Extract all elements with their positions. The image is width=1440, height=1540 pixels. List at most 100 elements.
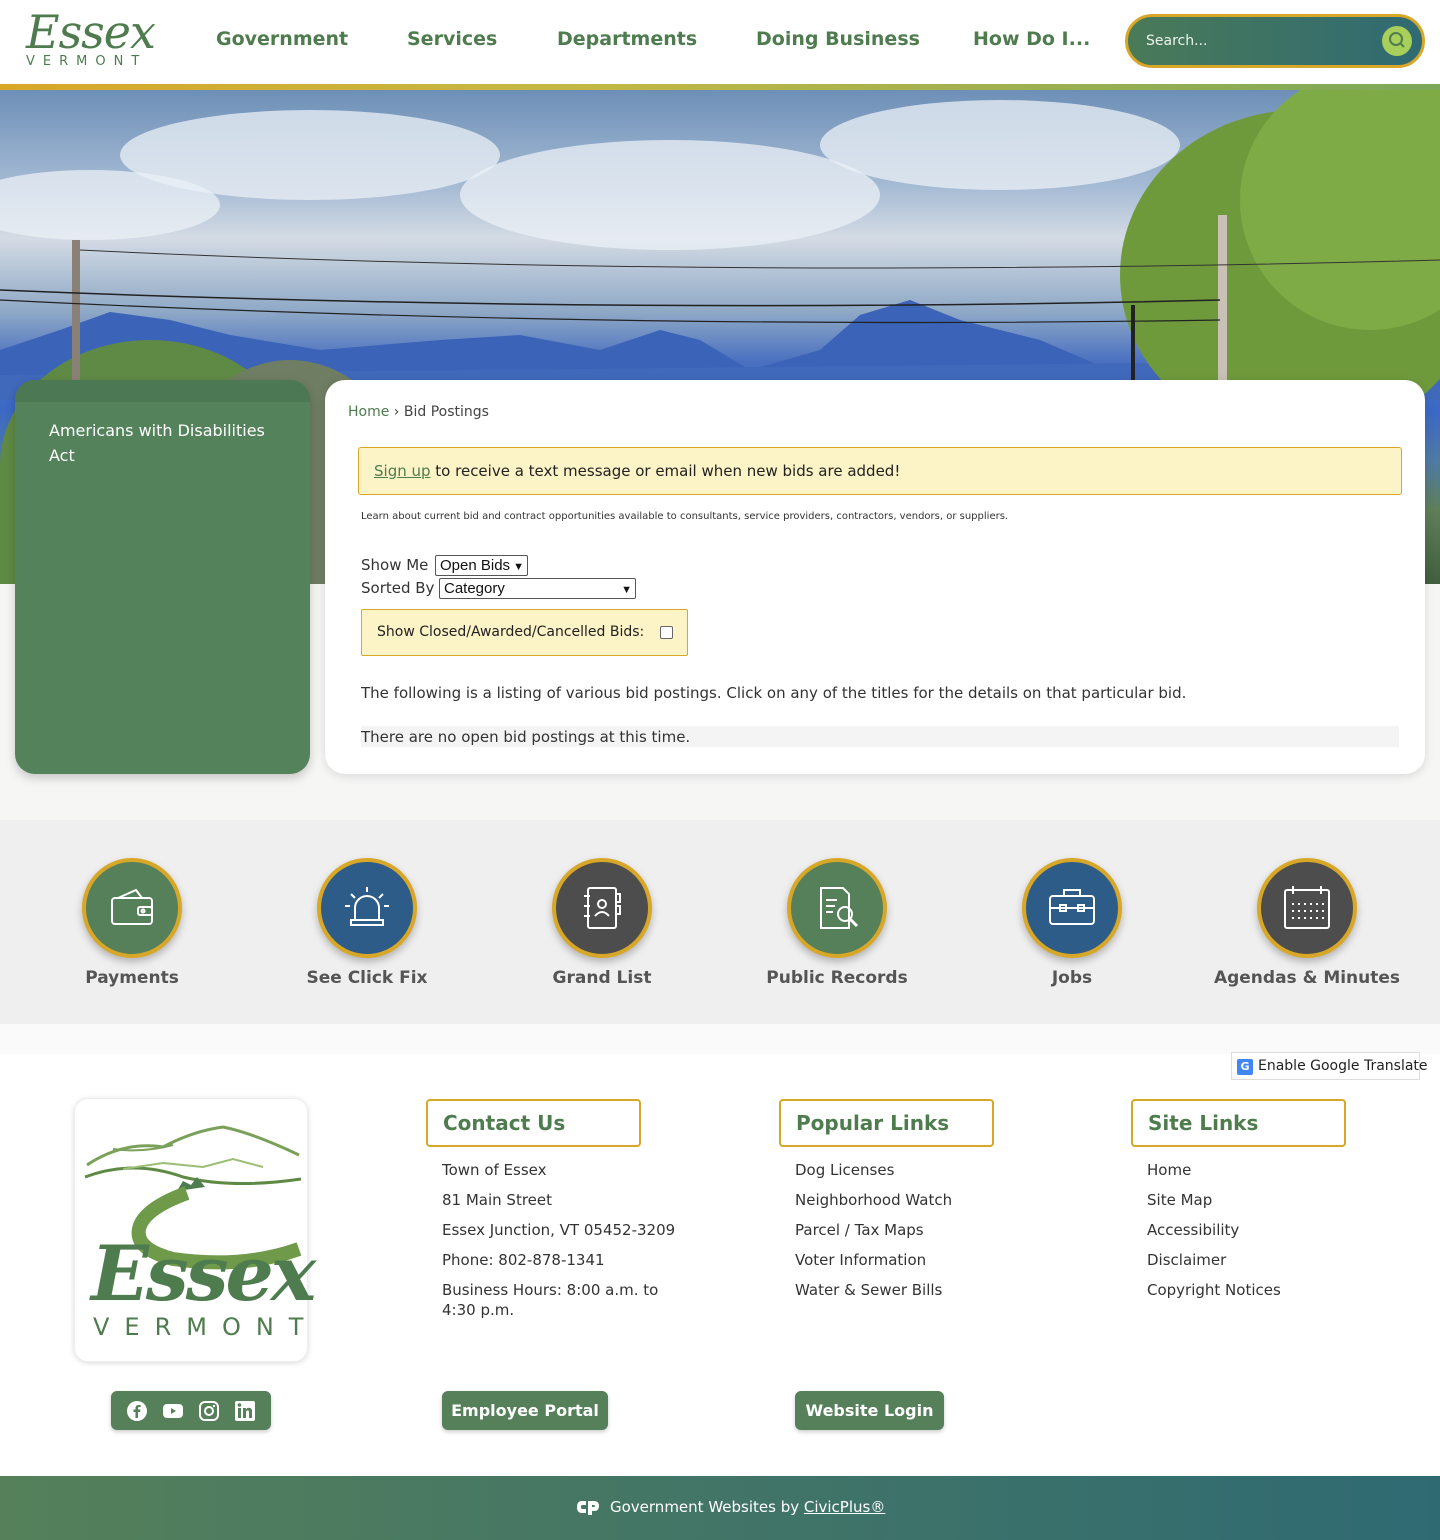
closed-bids-label: Show Closed/Awarded/Cancelled Bids:	[377, 624, 645, 640]
site-links-heading: Site Links	[1131, 1099, 1346, 1147]
show-me-select[interactable]: Open Bids ▼	[435, 555, 528, 576]
site-link-copyright-notices[interactable]: Copyright Notices	[1147, 1280, 1397, 1300]
quick-link-label: Agendas & Minutes	[1213, 968, 1401, 988]
google-translate-button[interactable]: G Enable Google Translate	[1231, 1052, 1428, 1080]
search-input[interactable]	[1146, 29, 1376, 53]
contact-line: Town of Essex	[442, 1161, 547, 1179]
site-link-disclaimer[interactable]: Disclaimer	[1147, 1250, 1397, 1270]
google-icon: G	[1237, 1059, 1253, 1075]
sidebar: Americans with Disabilities Act	[15, 380, 310, 774]
quick-link-circle	[1022, 858, 1122, 958]
contact-info: Town of Essex 81 Main Street Essex Junct…	[442, 1160, 692, 1330]
quick-link-label: Grand List	[552, 968, 652, 988]
sign-up-link[interactable]: Sign up	[374, 462, 431, 480]
website-login-button[interactable]: Website Login	[795, 1391, 944, 1430]
contact-phone: Phone: 802-878-1341	[442, 1251, 605, 1269]
quick-link-label: Payments	[85, 968, 179, 988]
site-header: Essex VERMONT Government Services Depart…	[0, 0, 1440, 84]
contact-us-heading: Contact Us	[426, 1099, 641, 1147]
chevron-down-icon: ▼	[513, 561, 524, 573]
footer-logo-word: Essex	[91, 1229, 316, 1318]
closed-bids-checkbox[interactable]	[660, 626, 673, 639]
search-box	[1125, 14, 1425, 68]
siren-icon	[345, 887, 389, 926]
site-links-title: Site Links	[1148, 1111, 1259, 1135]
sidebar-item-ada[interactable]: Americans with Disabilities Act	[49, 418, 289, 468]
calendar-icon	[1284, 886, 1330, 929]
site-link-home[interactable]: Home	[1147, 1160, 1397, 1180]
no-bids-message: There are no open bid postings at this t…	[361, 728, 691, 746]
nav-government[interactable]: Government	[216, 28, 348, 50]
chevron-down-icon: ▼	[621, 584, 632, 596]
civicplus-credit: Government Websites by CivicPlus®	[610, 1498, 885, 1516]
popular-link-neighborhood-watch[interactable]: Neighborhood Watch	[795, 1190, 1045, 1210]
quick-link-agendas-minutes[interactable]: Agendas & Minutes	[1197, 858, 1417, 998]
popular-link-voter-information[interactable]: Voter Information	[795, 1250, 1045, 1270]
quick-link-label: Jobs	[1051, 968, 1093, 988]
logo-subtitle: VERMONT	[26, 54, 148, 69]
document-search-icon	[820, 887, 859, 929]
sorted-by-value: Category	[444, 580, 505, 597]
breadcrumb: Home › Bid Postings	[348, 404, 489, 420]
credit-prefix: Government Websites by	[610, 1498, 800, 1516]
contact-line: 81 Main Street	[442, 1191, 553, 1209]
logo-word: Essex	[26, 5, 156, 59]
employee-portal-button[interactable]: Employee Portal	[442, 1391, 608, 1430]
nav-services[interactable]: Services	[407, 28, 497, 50]
closed-bids-toggle: Show Closed/Awarded/Cancelled Bids:	[361, 609, 688, 656]
alert-message: to receive a text message or email when …	[435, 462, 901, 480]
popular-link-parcel-tax-maps[interactable]: Parcel / Tax Maps	[795, 1220, 1045, 1240]
civicplus-bar: Government Websites by CivicPlus®	[0, 1476, 1440, 1540]
popular-links-title: Popular Links	[796, 1111, 950, 1135]
no-bids-row: There are no open bid postings at this t…	[361, 726, 1399, 747]
quick-link-circle	[1257, 858, 1357, 958]
nav-departments[interactable]: Departments	[557, 28, 697, 50]
popular-links-list: Dog Licenses Neighborhood Watch Parcel /…	[795, 1160, 1045, 1310]
popular-link-water-sewer-bills[interactable]: Water & Sewer Bills	[795, 1280, 1045, 1300]
sorted-by-select[interactable]: Category ▼	[439, 578, 636, 599]
breadcrumb-current: Bid Postings	[403, 404, 489, 420]
quick-link-see-click-fix[interactable]: See Click Fix	[257, 858, 477, 998]
popular-links-heading: Popular Links	[779, 1099, 994, 1147]
show-me-value: Open Bids	[440, 557, 511, 574]
quick-link-public-records[interactable]: Public Records	[727, 858, 947, 998]
page-background-lower	[0, 1024, 1440, 1054]
contact-line: Essex Junction, VT 05452-3209	[442, 1221, 676, 1239]
civicplus-icon	[577, 1501, 599, 1515]
quick-links: Payments See Click Fix Grand List Public…	[0, 820, 1440, 1024]
search-button[interactable]	[1382, 26, 1412, 56]
site-link-accessibility[interactable]: Accessibility	[1147, 1220, 1397, 1240]
intro-text: Learn about current bid and contract opp…	[361, 511, 1009, 522]
quick-link-grand-list[interactable]: Grand List	[492, 858, 712, 998]
sorted-by-label: Sorted By	[361, 579, 435, 597]
social-media-bar	[111, 1391, 271, 1430]
signup-alert: Sign up to receive a text message or ema…	[358, 447, 1402, 495]
listing-description: The following is a listing of various bi…	[361, 684, 1187, 702]
footer-logo[interactable]: Essex VERMONT	[74, 1098, 316, 1362]
popular-link-dog-licenses[interactable]: Dog Licenses	[795, 1160, 1045, 1180]
essex-logo[interactable]: Essex VERMONT	[26, 8, 156, 74]
wallet-icon	[111, 888, 153, 925]
quick-link-payments[interactable]: Payments	[22, 858, 242, 998]
quick-link-circle	[552, 858, 652, 958]
breadcrumb-home[interactable]: Home	[348, 404, 389, 420]
quick-link-circle	[317, 858, 417, 958]
contact-us-title: Contact Us	[443, 1111, 566, 1135]
nav-how-do-i[interactable]: How Do I...	[973, 28, 1090, 50]
site-link-site-map[interactable]: Site Map	[1147, 1190, 1397, 1210]
instagram-icon[interactable]	[198, 1400, 220, 1422]
youtube-icon[interactable]	[162, 1400, 184, 1422]
briefcase-icon	[1049, 889, 1095, 925]
nav-doing-business[interactable]: Doing Business	[756, 28, 920, 50]
civicplus-link[interactable]: CivicPlus®	[804, 1498, 885, 1516]
quick-link-label: Public Records	[766, 968, 908, 988]
quick-link-circle	[82, 858, 182, 958]
search-icon	[1389, 32, 1405, 48]
site-links-list: Home Site Map Accessibility Disclaimer C…	[1147, 1160, 1397, 1310]
footer-logo-subtitle: VERMONT	[93, 1313, 319, 1341]
facebook-icon[interactable]	[126, 1400, 148, 1422]
linkedin-icon[interactable]	[234, 1400, 256, 1422]
breadcrumb-separator: ›	[393, 404, 400, 420]
quick-link-jobs[interactable]: Jobs	[962, 858, 1182, 998]
show-me-label: Show Me	[361, 556, 429, 574]
